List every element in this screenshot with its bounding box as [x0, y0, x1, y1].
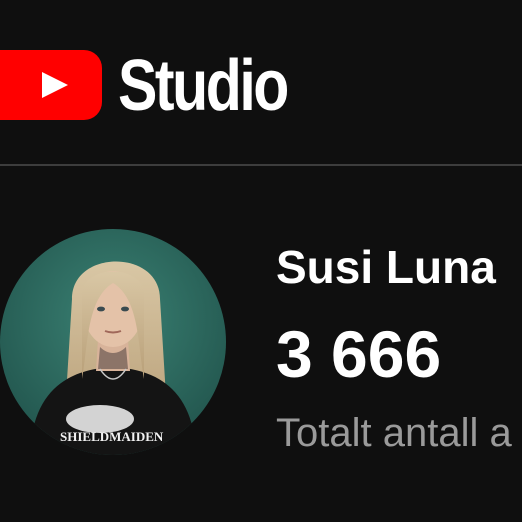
shirt-print-text: SHIELDMAIDEN: [60, 429, 164, 444]
youtube-logo[interactable]: [0, 50, 102, 120]
avatar-photo: SHIELDMAIDEN: [0, 229, 226, 455]
brand-title: Studio: [118, 46, 289, 126]
header-divider: [0, 164, 522, 166]
channel-avatar[interactable]: SHIELDMAIDEN: [0, 229, 226, 455]
play-icon: [42, 72, 68, 98]
subscriber-count: 3 666: [276, 317, 442, 391]
channel-name: Susi Luna: [276, 241, 496, 293]
studio-page: Studio SHIELDMAIDEN Susi Luna 3 666 Tota…: [0, 0, 522, 522]
subscriber-caption: Totalt antall a: [276, 411, 512, 455]
app-header: Studio: [0, 0, 522, 164]
